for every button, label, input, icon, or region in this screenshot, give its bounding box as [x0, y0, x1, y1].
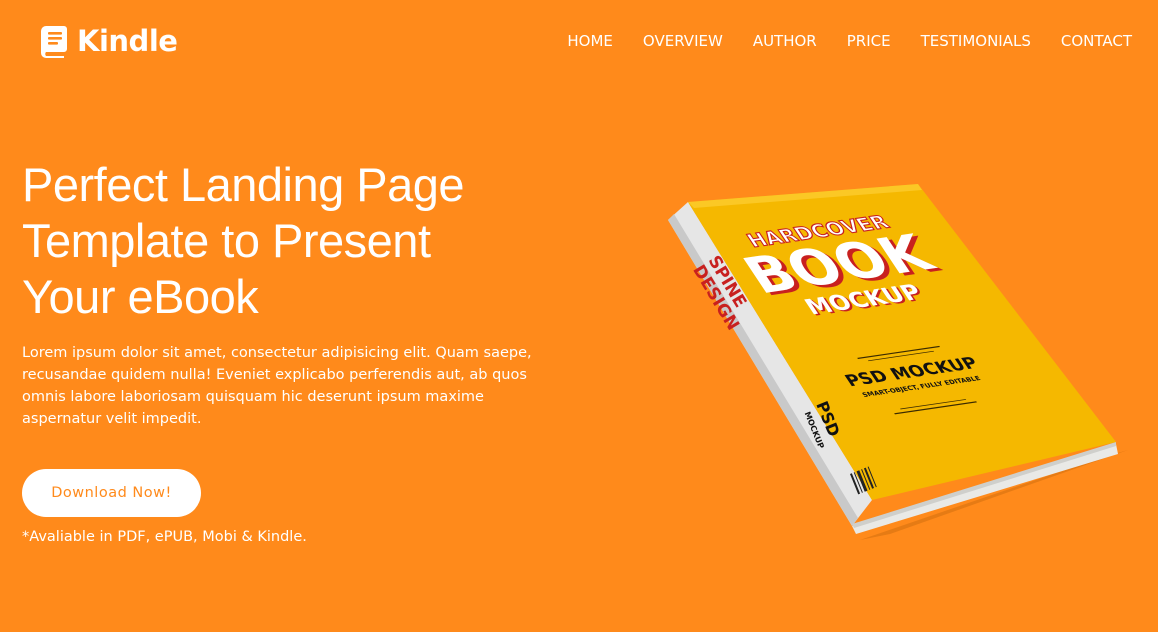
nav-testimonials[interactable]: TESTIMONIALS: [921, 32, 1031, 50]
book-mockup-image: HARDCOVER BOOK BOOK MOCKUP MOCKUP PSD MO…: [668, 184, 1128, 540]
main-nav: HOME OVERVIEW AUTHOR PRICE TESTIMONIALS …: [567, 32, 1132, 50]
nav-price[interactable]: PRICE: [847, 32, 891, 50]
hero-title-line: Your eBook: [22, 270, 259, 323]
download-button[interactable]: Download Now!: [22, 469, 201, 517]
hero-title: Perfect Landing Page Template to Present…: [22, 157, 582, 325]
availability-note: *Avaliable in PDF, ePUB, Mobi & Kindle.: [22, 529, 307, 545]
brand-name: Kindle: [77, 24, 178, 58]
nav-home[interactable]: HOME: [567, 32, 613, 50]
nav-overview[interactable]: OVERVIEW: [643, 32, 723, 50]
nav-contact[interactable]: CONTACT: [1061, 32, 1132, 50]
hero-description: Lorem ipsum dolor sit amet, consectetur …: [22, 345, 532, 427]
brand-logo[interactable]: Kindle: [35, 24, 178, 58]
book-icon: [41, 26, 67, 58]
hero-title-line: Template to Present: [22, 214, 431, 267]
hero-title-line: Perfect Landing Page: [22, 158, 465, 211]
nav-author[interactable]: AUTHOR: [753, 32, 817, 50]
